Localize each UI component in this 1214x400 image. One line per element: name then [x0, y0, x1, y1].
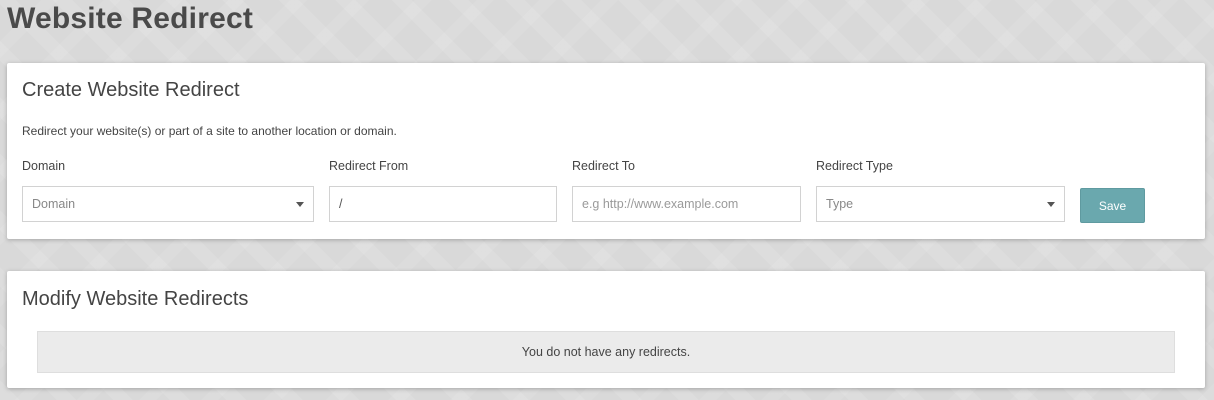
modify-redirects-heading: Modify Website Redirects — [22, 288, 249, 310]
domain-label: Domain — [22, 159, 66, 173]
create-redirect-description: Redirect your website(s) or part of a si… — [22, 124, 397, 138]
redirect-type-label: Redirect Type — [816, 159, 893, 173]
create-redirect-panel: Create Website Redirect Redirect your we… — [7, 63, 1205, 239]
redirect-type-select[interactable]: Type — [816, 186, 1065, 222]
save-button[interactable]: Save — [1080, 188, 1145, 223]
redirect-to-label: Redirect To — [572, 159, 635, 173]
page-title: Website Redirect — [7, 2, 254, 35]
redirect-from-input[interactable] — [329, 186, 557, 222]
redirect-to-input[interactable] — [572, 186, 801, 222]
domain-select[interactable]: Domain — [22, 186, 314, 222]
caret-down-icon — [1047, 201, 1055, 207]
caret-down-icon — [296, 201, 304, 207]
redirect-from-label: Redirect From — [329, 159, 409, 173]
modify-redirects-panel: Modify Website Redirects You do not have… — [7, 271, 1205, 388]
empty-redirects-notice: You do not have any redirects. — [37, 331, 1175, 373]
redirect-type-select-value: Type — [826, 197, 854, 211]
create-redirect-heading: Create Website Redirect — [22, 79, 240, 101]
domain-select-value: Domain — [32, 197, 76, 211]
